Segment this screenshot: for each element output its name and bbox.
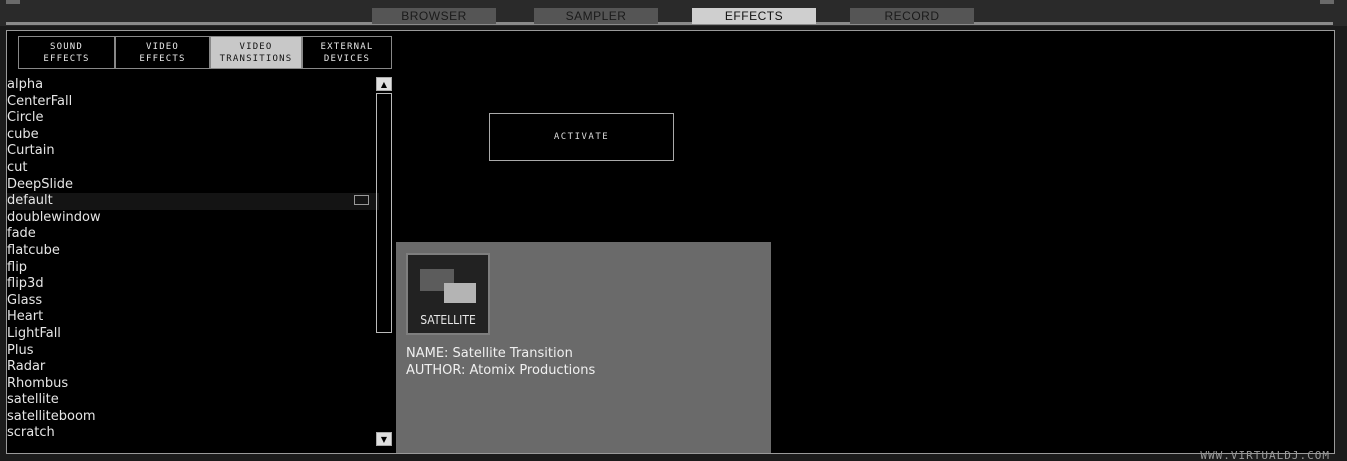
subtab-label-line2: DEVICES (323, 54, 371, 64)
scroll-down-button[interactable]: ▼ (376, 432, 392, 446)
list-item-flatcube[interactable]: flatcube (7, 243, 379, 260)
transition-list: alpha CenterFall Circle cube Curtain cut… (7, 77, 379, 453)
list-item-flip3d[interactable]: flip3d (7, 276, 379, 293)
tab-sampler[interactable]: SAMPLER (534, 8, 658, 24)
list-item-radar[interactable]: Radar (7, 359, 379, 376)
subtab-external-devices[interactable]: EXTERNAL DEVICES (302, 36, 392, 69)
thumbnail-label: SATELLITE (420, 313, 476, 327)
subtab-label-line2: TRANSITIONS (219, 54, 293, 64)
subtab-label-line1: SOUND (49, 42, 84, 52)
list-item-default[interactable]: default (7, 193, 379, 210)
corner-mark-right (1320, 0, 1334, 4)
subtab-sound-effects[interactable]: SOUND EFFECTS (18, 36, 115, 69)
list-item-heart[interactable]: Heart (7, 309, 379, 326)
list-item-cube[interactable]: cube (7, 127, 379, 144)
top-divider (6, 22, 1333, 25)
list-item-centerfall[interactable]: CenterFall (7, 94, 379, 111)
tab-effects[interactable]: EFFECTS (692, 8, 816, 24)
list-item-alpha[interactable]: alpha (7, 77, 379, 94)
corner-mark-left (6, 0, 20, 4)
list-item-doublewindow[interactable]: doublewindow (7, 210, 379, 227)
triangle-up-icon: ▲ (380, 80, 388, 89)
subtab-label-line1: EXTERNAL (320, 42, 374, 52)
subtab-video-transitions[interactable]: VIDEO TRANSITIONS (210, 36, 302, 69)
list-item-fade[interactable]: fade (7, 226, 379, 243)
list-item-rhombus[interactable]: Rhombus (7, 376, 379, 393)
watermark: WWW.VIRTUALDJ.COM (1200, 450, 1330, 461)
triangle-down-icon: ▼ (380, 435, 388, 444)
tab-record[interactable]: RECORD (850, 8, 974, 24)
subtab-label-line1: VIDEO (239, 42, 273, 52)
list-item-label: default (7, 193, 53, 209)
subtab-video-effects[interactable]: VIDEO EFFECTS (115, 36, 210, 69)
list-item-satellite[interactable]: satellite (7, 392, 379, 409)
thumbnail-shape-front (444, 283, 476, 303)
checkbox-icon[interactable] (354, 195, 369, 206)
scrollbar-track[interactable] (376, 93, 392, 333)
list-item-satelliteboom[interactable]: satelliteboom (7, 409, 379, 426)
subtab-label-line2: EFFECTS (139, 54, 186, 64)
list-item-deepslide[interactable]: DeepSlide (7, 177, 379, 194)
scroll-up-button[interactable]: ▲ (376, 77, 392, 91)
list-item-cut[interactable]: cut (7, 160, 379, 177)
list-item-plus[interactable]: Plus (7, 343, 379, 360)
transition-info-panel: SATELLITE NAME: Satellite Transition AUT… (396, 242, 771, 453)
transition-author: AUTHOR: Atomix Productions (406, 363, 596, 378)
list-item-curtain[interactable]: Curtain (7, 143, 379, 160)
list-item-scratch[interactable]: scratch (7, 425, 379, 442)
list-item-glass[interactable]: Glass (7, 293, 379, 310)
activate-button[interactable]: ACTIVATE (489, 113, 674, 161)
subtab-label-line1: VIDEO (145, 42, 180, 52)
list-item-lightfall[interactable]: LightFall (7, 326, 379, 343)
tab-browser[interactable]: BROWSER (372, 8, 496, 24)
transition-name: NAME: Satellite Transition (406, 346, 573, 361)
list-item-circle[interactable]: Circle (7, 110, 379, 127)
subtab-label-line2: EFFECTS (43, 54, 90, 64)
transition-details: NAME: Satellite Transition AUTHOR: Atomi… (406, 345, 595, 379)
transition-thumbnail: SATELLITE (406, 253, 490, 335)
effects-panel: SOUND EFFECTS VIDEO EFFECTS VIDEO TRANSI… (6, 30, 1335, 454)
list-item-flip[interactable]: flip (7, 260, 379, 277)
